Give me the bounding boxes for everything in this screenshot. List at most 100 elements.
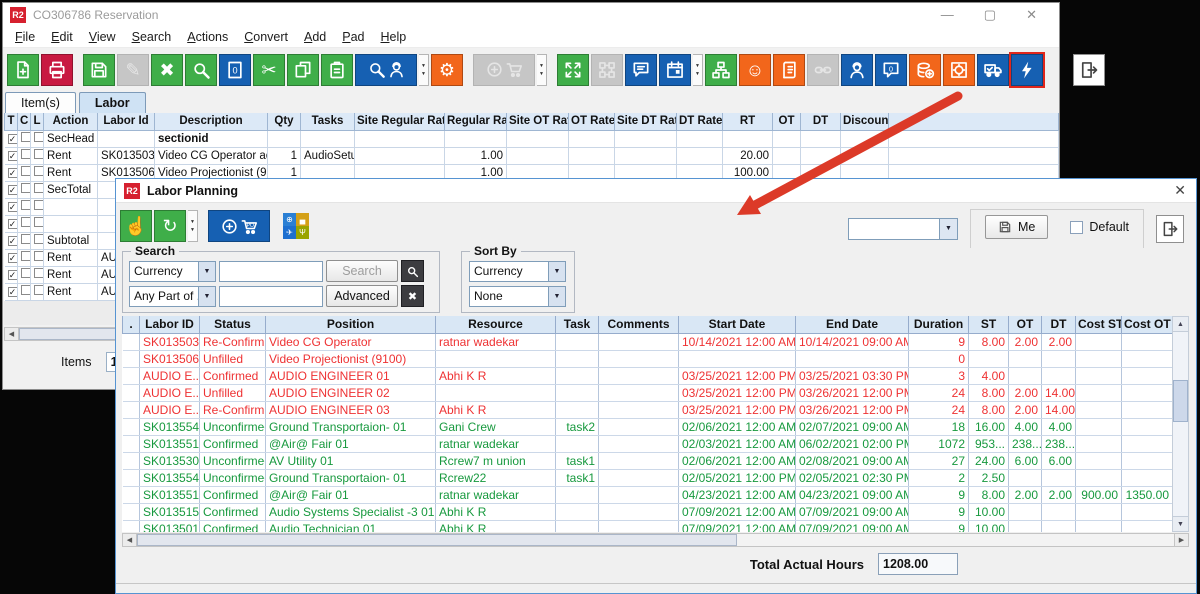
sort-secondary-combobox[interactable]: None ▼ xyxy=(469,286,566,307)
labor-row[interactable]: SK013554UnconfirmedGround Transportaion-… xyxy=(123,418,1173,435)
find-resource-button[interactable] xyxy=(355,54,417,86)
row-checkbox[interactable] xyxy=(21,251,31,261)
link-button[interactable] xyxy=(807,54,839,86)
chevron-down-icon[interactable]: ▼ xyxy=(198,262,215,281)
labor-row[interactable]: SK013551Confirmed@Air@ Fair 01ratnar wad… xyxy=(123,486,1173,503)
expand-button[interactable] xyxy=(557,54,589,86)
labor-row[interactable]: SK013503Re-ConfirmVideo CG Operatorratna… xyxy=(123,333,1173,350)
column-header[interactable]: Comments xyxy=(599,316,679,333)
add-to-cart-button[interactable] xyxy=(473,54,535,86)
tab-labor[interactable]: Labor xyxy=(79,92,146,113)
column-header[interactable]: Position xyxy=(266,316,436,333)
row-checkbox[interactable] xyxy=(21,285,31,295)
row-checkbox[interactable] xyxy=(34,183,44,193)
column-header[interactable]: OT xyxy=(773,113,801,130)
labor-row[interactable]: SK013501ConfirmedAudio Technician 01Abhi… xyxy=(123,520,1173,532)
labor-row[interactable]: SK013554UnconfirmedGround Transportaion-… xyxy=(123,469,1173,486)
row-checkbox[interactable] xyxy=(21,183,31,193)
maximize-button[interactable]: ▢ xyxy=(984,7,996,23)
labor-row[interactable]: AUDIO E...UnfilledAUDIO ENGINEER 0203/25… xyxy=(123,384,1173,401)
menu-convert[interactable]: Convert xyxy=(236,28,296,46)
row-checkbox[interactable]: ✓ xyxy=(8,236,18,246)
menu-actions[interactable]: Actions xyxy=(179,28,236,46)
column-header[interactable]: Task xyxy=(556,316,599,333)
search-field-combobox[interactable]: Currency ▼ xyxy=(129,261,216,282)
search-button[interactable]: Search xyxy=(326,260,398,282)
scroll-down-icon[interactable]: ▼ xyxy=(1173,516,1188,531)
labor-row[interactable]: AUDIO E...ConfirmedAUDIO ENGINEER 01Abhi… xyxy=(123,367,1173,384)
column-header[interactable]: Discount xyxy=(841,113,889,130)
labor-row[interactable]: SK013506UnfilledVideo Projectionist (910… xyxy=(123,350,1173,367)
row-checkbox[interactable]: ✓ xyxy=(8,270,18,280)
column-header[interactable]: DT Rate xyxy=(677,113,723,130)
billing-coins-button[interactable] xyxy=(909,54,941,86)
cut-button[interactable]: ✂ xyxy=(253,54,285,86)
column-header[interactable]: L xyxy=(31,113,44,130)
row-checkbox[interactable] xyxy=(21,166,31,176)
column-header[interactable] xyxy=(889,113,1059,130)
copy-button[interactable] xyxy=(287,54,319,86)
tab-items[interactable]: Item(s) xyxy=(5,92,76,113)
column-header[interactable]: ST xyxy=(969,316,1009,333)
column-header[interactable]: Description xyxy=(155,113,268,130)
dialog-close-icon[interactable]: ✕ xyxy=(1174,182,1186,199)
column-header[interactable]: T xyxy=(5,113,18,130)
labor-horizontal-scrollbar[interactable]: ◀ ▶ xyxy=(122,533,1189,547)
column-header[interactable]: Action xyxy=(44,113,98,130)
column-header[interactable]: Resource xyxy=(436,316,556,333)
column-header[interactable]: Qty xyxy=(268,113,301,130)
row-checkbox[interactable]: ✓ xyxy=(8,151,18,161)
labor-row[interactable]: SK013551Confirmed@Air@ Fair 01ratnar wad… xyxy=(123,435,1173,452)
vault-button[interactable] xyxy=(943,54,975,86)
menu-help[interactable]: Help xyxy=(373,28,415,46)
match-type-combobox[interactable]: Any Part of ... ▼ xyxy=(129,286,216,307)
workflow-button[interactable] xyxy=(705,54,737,86)
row-checkbox[interactable]: ✓ xyxy=(8,134,18,144)
row-checkbox[interactable] xyxy=(21,200,31,210)
menu-edit[interactable]: Edit xyxy=(43,28,81,46)
labor-row[interactable]: SK013530UnconfirmedAV Utility 01Rcrew7 m… xyxy=(123,452,1173,469)
travel-services-button[interactable]: ⊕▄✈Ψ xyxy=(280,210,312,242)
add-to-cart-button-dropdown[interactable]: ▼▼ xyxy=(537,54,547,86)
column-header[interactable]: Status xyxy=(200,316,266,333)
row-checkbox[interactable] xyxy=(34,149,44,159)
row-checkbox[interactable] xyxy=(34,166,44,176)
find-resource-button-dropdown[interactable]: ▼▼ xyxy=(419,54,429,86)
menu-add[interactable]: Add xyxy=(296,28,334,46)
column-header[interactable]: Tasks xyxy=(301,113,355,130)
advanced-button[interactable]: Advanced xyxy=(326,285,398,307)
chevron-down-icon[interactable]: ▼ xyxy=(548,262,565,281)
labor-button[interactable] xyxy=(841,54,873,86)
table-row[interactable]: ✓SecHeadsectionid xyxy=(5,130,1059,147)
scroll-up-icon[interactable]: ▲ xyxy=(1173,317,1188,332)
row-checkbox[interactable] xyxy=(34,251,44,261)
menu-file[interactable]: File xyxy=(7,28,43,46)
scrollbar-thumb[interactable] xyxy=(137,534,737,546)
quick-search-button[interactable] xyxy=(401,260,424,282)
search-input[interactable] xyxy=(219,261,323,282)
calendar-button-dropdown[interactable]: ▼▼ xyxy=(693,54,703,86)
copy-special-button[interactable]: 0 xyxy=(219,54,251,86)
row-checkbox[interactable] xyxy=(21,217,31,227)
row-checkbox[interactable] xyxy=(34,200,44,210)
delivery-truck-button[interactable] xyxy=(977,54,1009,86)
edit-button[interactable]: ✎ xyxy=(117,54,149,86)
row-checkbox[interactable]: ✓ xyxy=(8,287,18,297)
notes-button[interactable] xyxy=(625,54,657,86)
close-button[interactable]: ✕ xyxy=(1026,7,1037,23)
column-header[interactable]: RT xyxy=(723,113,773,130)
row-checkbox[interactable] xyxy=(34,132,44,142)
chevron-down-icon[interactable]: ▼ xyxy=(548,287,565,306)
column-header[interactable]: Regular Rate xyxy=(445,113,507,130)
refresh-button[interactable]: ↻ xyxy=(154,210,186,242)
row-checkbox[interactable] xyxy=(34,285,44,295)
column-header[interactable]: Cost ST xyxy=(1076,316,1122,333)
column-header[interactable]: . xyxy=(123,316,140,333)
dialog-exit-button[interactable] xyxy=(1156,215,1184,243)
row-checkbox[interactable]: ✓ xyxy=(8,202,18,212)
scrollbar-thumb[interactable] xyxy=(1173,380,1188,422)
column-header[interactable]: Labor Id xyxy=(98,113,155,130)
refresh-button-dropdown[interactable]: ▼▼ xyxy=(188,210,198,242)
calendar-button[interactable] xyxy=(659,54,691,86)
save-me-button[interactable]: Me xyxy=(985,215,1048,239)
